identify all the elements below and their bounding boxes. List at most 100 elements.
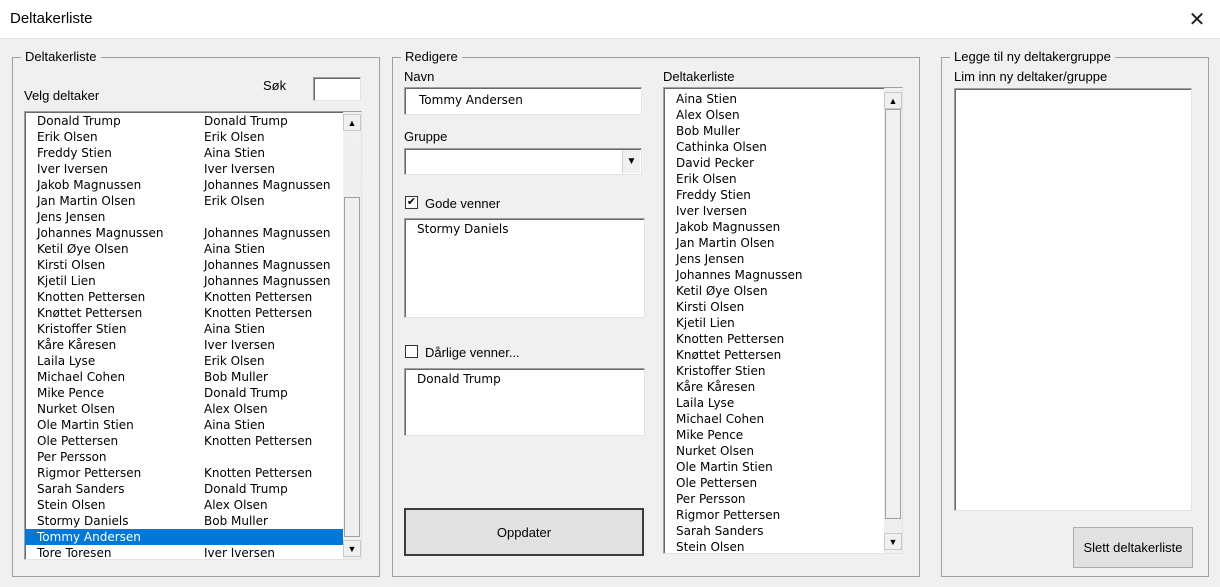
participant-name: Kjetil Lien [37,274,96,288]
list-item[interactable]: Rigmor Pettersen Knotten Pettersen [25,465,343,481]
list-item[interactable]: Iver Iversen Iver Iversen [25,161,343,177]
list-item[interactable]: Michael Cohen [664,411,884,427]
bad-friends-label[interactable]: Dårlige venner... [425,345,520,360]
list-item[interactable]: Kjetil Lien Johannes Magnussen [25,273,343,289]
list-item[interactable]: Laila Lyse Erik Olsen [25,353,343,369]
list-item[interactable]: Per Persson [25,449,343,465]
list-item[interactable]: Kåre Kåresen [664,379,884,395]
list-item[interactable]: Stein Olsen [664,539,884,553]
list-item[interactable]: Jens Jensen [664,251,884,267]
list-item[interactable]: Tommy Andersen [25,529,343,545]
scroll-down-icon[interactable]: ▼ [884,533,902,550]
group-label: Gruppe [404,129,448,144]
list-item[interactable]: Jakob Magnussen Johannes Magnussen [25,177,343,193]
list-item[interactable]: Ole Martin Stien Aina Stien [25,417,343,433]
close-icon[interactable]: ✕ [1174,0,1220,38]
participant-name: Jan Martin Olsen [37,194,136,208]
good-friends-label[interactable]: Gode venner [425,196,500,211]
list-item[interactable]: Jakob Magnussen [664,219,884,235]
participant-name: Knotten Pettersen [37,290,146,304]
good-friends-listbox[interactable]: Stormy Daniels [404,218,645,318]
participant-group: Donald Trump [204,386,288,400]
list-item[interactable]: Bob Muller [664,123,884,139]
list-item[interactable]: Jan Martin Olsen [664,235,884,251]
list-item[interactable]: Kirsti Olsen Johannes Magnussen [25,257,343,273]
list-item[interactable]: Kåre Kåresen Iver Iversen [25,337,343,353]
list-item[interactable]: Ketil Øye Olsen [664,283,884,299]
check-icon: ✔ [406,196,417,208]
search-input[interactable] [313,77,361,101]
list-item[interactable]: Knøttet Pettersen Knotten Pettersen [25,305,343,321]
scroll-up-icon[interactable]: ▲ [884,92,902,109]
list-item[interactable]: Aina Stien [664,91,884,107]
participant-group: Knotten Pettersen [204,434,313,448]
name-label: Navn [404,69,435,84]
list-item[interactable]: Ole Martin Stien [664,459,884,475]
list-item[interactable]: Johannes Magnussen [664,267,884,283]
list-item[interactable]: Ole Pettersen Knotten Pettersen [25,433,343,449]
new-group-legend: Legge til ny deltakergruppe [950,49,1115,65]
middle-scrollbar[interactable]: ▲ ▼ [884,88,902,553]
list-item[interactable]: Knotten Pettersen Knotten Pettersen [25,289,343,305]
list-item[interactable]: Donald Trump [405,371,501,387]
name-input[interactable]: Tommy Andersen [404,87,642,115]
middle-participant-listbox[interactable]: Aina Stien Alex Olsen Bob Muller Cathinka O… [663,87,903,554]
paste-textarea[interactable] [954,88,1192,511]
list-item[interactable]: Sarah Sanders [664,523,884,539]
list-item[interactable]: Iver Iversen [664,203,884,219]
list-item[interactable]: Stormy Daniels Bob Muller [25,513,343,529]
participant-group: Knotten Pettersen [204,290,313,304]
list-item[interactable]: Rigmor Pettersen [664,507,884,523]
list-item[interactable]: Johannes Magnussen Johannes Magnussen [25,225,343,241]
scroll-track-lower[interactable] [884,519,902,533]
list-item[interactable]: Freddy Stien [664,187,884,203]
list-item[interactable]: Ole Pettersen [664,475,884,491]
list-item[interactable]: Alex Olsen [664,107,884,123]
list-item[interactable]: Kjetil Lien [664,315,884,331]
list-item[interactable]: Tore Toresen Iver Iversen [25,545,343,559]
scroll-thumb[interactable] [885,109,901,519]
update-button[interactable]: Oppdater [404,508,644,556]
scroll-track-upper[interactable] [343,131,361,197]
list-item[interactable]: Stormy Daniels [405,221,509,237]
delete-list-button[interactable]: Slett deltakerliste [1073,527,1193,568]
list-item[interactable]: Per Persson [664,491,884,507]
good-friends-checkbox[interactable]: ✔ [405,196,418,209]
participant-listbox[interactable]: Donald Trump Donald Trump Erik Olsen Erik O… [24,111,362,560]
group-select[interactable]: ▼ [404,148,642,175]
scroll-down-icon[interactable]: ▼ [343,540,361,557]
bad-friends-checkbox[interactable] [405,345,418,358]
list-item[interactable]: Knotten Pettersen [664,331,884,347]
list-item[interactable]: Sarah Sanders Donald Trump [25,481,343,497]
list-item[interactable]: Erik Olsen Erik Olsen [25,129,343,145]
list-item[interactable]: David Pecker [664,155,884,171]
middle-list-label: Deltakerliste [663,69,735,84]
list-item[interactable]: Nurket Olsen [664,443,884,459]
scroll-up-icon[interactable]: ▲ [343,114,361,131]
list-item[interactable]: Jan Martin Olsen Erik Olsen [25,193,343,209]
list-item[interactable]: Kristoffer Stien [664,363,884,379]
list-item[interactable]: Erik Olsen [664,171,884,187]
list-item[interactable]: Knøttet Pettersen [664,347,884,363]
list-item[interactable]: Stein Olsen Alex Olsen [25,497,343,513]
list-item[interactable]: Michael Cohen Bob Muller [25,369,343,385]
participant-name: Freddy Stien [37,146,112,160]
list-item[interactable]: Cathinka Olsen [664,139,884,155]
list-item[interactable]: Laila Lyse [664,395,884,411]
list-item[interactable]: Freddy Stien Aina Stien [25,145,343,161]
list-item[interactable]: Nurket Olsen Alex Olsen [25,401,343,417]
bad-friends-listbox[interactable]: Donald Trump [404,368,645,436]
list-item[interactable]: Kristoffer Stien Aina Stien [25,321,343,337]
participant-rows: Donald Trump Donald Trump Erik Olsen Erik O… [25,113,343,559]
scroll-thumb[interactable] [344,197,360,537]
list-item[interactable]: Mike Pence [664,427,884,443]
list-item[interactable]: Jens Jensen [25,209,343,225]
list-item[interactable]: Ketil Øye Olsen Aina Stien [25,241,343,257]
participant-scrollbar[interactable]: ▲ ▼ [343,112,361,559]
participant-group: Erik Olsen [204,194,265,208]
list-item[interactable]: Kirsti Olsen [664,299,884,315]
participant-name: Stormy Daniels [37,514,129,528]
list-item[interactable]: Donald Trump Donald Trump [25,113,343,129]
chevron-down-icon[interactable]: ▼ [622,150,640,173]
list-item[interactable]: Mike Pence Donald Trump [25,385,343,401]
